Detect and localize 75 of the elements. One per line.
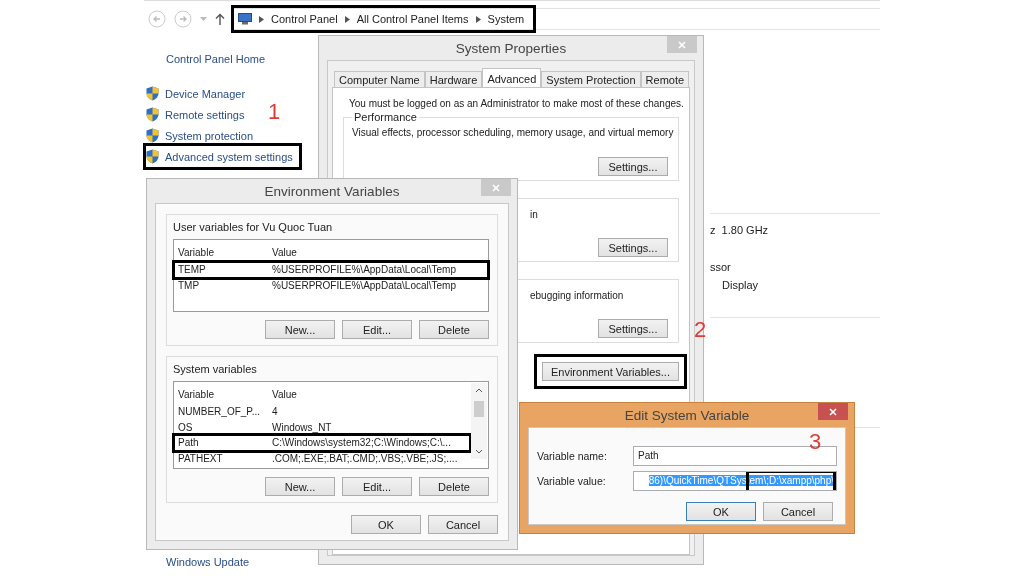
scrollbar[interactable] <box>471 383 487 459</box>
variable-row[interactable]: NUMBER_OF_P... 4 <box>174 404 470 420</box>
column-header: Value <box>272 388 298 400</box>
sidebar-title[interactable]: Control Panel Home <box>166 53 314 65</box>
dialog-title: Environment Variables <box>264 183 400 199</box>
group-title: User variables for Vu Quoc Tuan <box>173 221 334 233</box>
breadcrumb-link[interactable]: Control Panel <box>271 13 338 25</box>
shield-icon <box>146 128 159 143</box>
field-label: Variable name: <box>537 449 608 462</box>
step-number: 1 <box>268 100 281 124</box>
tab[interactable]: System Protection <box>541 71 641 87</box>
field-label: Variable value: <box>537 474 607 487</box>
settings-button[interactable]: Settings... <box>598 238 668 257</box>
column-header: Variable <box>178 246 215 258</box>
column-header: Variable <box>178 388 215 400</box>
chevron-icon <box>259 15 264 23</box>
detail-text: ssor <box>710 261 732 275</box>
back-icon[interactable] <box>148 10 166 28</box>
detail-text: z 1.80 GHz <box>710 224 770 238</box>
tab[interactable]: Hardware <box>424 71 483 87</box>
admin-note: You must be logged on as an Administrator to make most of these changes. <box>349 98 684 109</box>
settings-button[interactable]: Settings... <box>598 157 668 176</box>
variable-list[interactable]: Variable Value TEMP %USERPROFILE%\AppData\Local\Temp TMP %USERPROFILE%\AppData\Local\Temp <box>173 239 489 312</box>
dialog-title: System Properties <box>455 40 567 56</box>
environment-variables-button[interactable]: Environment Variables... <box>541 362 679 381</box>
detail-text: Display <box>721 279 760 293</box>
computer-icon <box>238 13 252 25</box>
sidebar-link[interactable]: Remote settings <box>146 104 251 125</box>
variable-list[interactable]: Variable Value NUMBER_OF_P... 4 OS Windows_NT Path C:\Windows\system32;C:\Windows;C:\... PATHEXT .COM;.EXE;.BAT;.CMD;.VBS;.VBE;.JS;.... <box>173 381 489 469</box>
dialog-button[interactable]: Delete <box>419 320 489 339</box>
step-number: 2 <box>694 318 707 342</box>
sidebar-link[interactable]: Device Manager <box>146 83 252 104</box>
close-icon <box>492 183 500 192</box>
dialog-button[interactable]: OK <box>351 515 421 534</box>
group-description: Visual effects, processor scheduling, memory usage, and virtual memory <box>352 127 674 138</box>
dialog-button[interactable]: Edit... <box>342 320 412 339</box>
variable-row[interactable]: PATHEXT .COM;.EXE;.BAT;.CMD;.VBS;.VBE;.JS;.... <box>174 450 470 466</box>
dialog-button[interactable]: Delete <box>419 477 489 496</box>
variable-row[interactable]: TMP %USERPROFILE%\AppData\Local\Temp <box>174 277 488 293</box>
sidebar-link[interactable]: Windows Update <box>166 556 314 568</box>
variable-row[interactable]: TEMP %USERPROFILE%\AppData\Local\Temp <box>174 262 488 278</box>
close-icon <box>829 407 837 416</box>
sidebar-link[interactable]: System protection <box>146 125 260 146</box>
variable-row[interactable]: Path C:\Windows\system32;C:\Windows;C:\... <box>174 435 470 451</box>
sidebar-link[interactable]: Advanced system settings <box>146 146 299 167</box>
tab[interactable]: Advanced <box>482 68 542 87</box>
tab[interactable]: Remote <box>640 71 690 87</box>
dropdown-icon[interactable] <box>200 17 207 21</box>
group-title: System variables <box>173 363 258 375</box>
dialog-button[interactable]: New... <box>265 477 335 496</box>
settings-button[interactable]: Settings... <box>598 319 668 338</box>
forward-icon[interactable] <box>174 10 192 28</box>
shield-icon <box>146 107 159 122</box>
column-header: Value <box>272 246 298 258</box>
dialog-button[interactable]: OK <box>686 502 756 521</box>
shield-icon <box>146 149 159 164</box>
up-arrow-icon[interactable] <box>215 13 225 25</box>
close-icon <box>678 40 686 49</box>
dialog-button[interactable]: Cancel <box>428 515 498 534</box>
address-bar[interactable]: Control Panel All Control Panel Items System <box>233 8 880 30</box>
group-title: Performance <box>352 111 419 123</box>
close-button[interactable] <box>818 403 848 420</box>
breadcrumb-link[interactable]: All Control Panel Items <box>356 13 469 25</box>
dialog-button[interactable]: Edit... <box>342 477 412 496</box>
dialog-button[interactable]: Cancel <box>763 502 833 521</box>
dialog-title: Edit System Variable <box>624 407 750 423</box>
breadcrumb-link[interactable]: System <box>487 13 525 25</box>
group-description: ebugging information <box>530 290 624 301</box>
dialog-button[interactable]: New... <box>265 320 335 339</box>
variable-row[interactable]: OS Windows_NT <box>174 419 470 435</box>
shield-icon <box>146 86 159 101</box>
chevron-icon <box>344 15 350 23</box>
tab[interactable]: Computer Name <box>334 71 425 87</box>
group-description: in <box>530 209 538 220</box>
chevron-icon <box>475 15 481 23</box>
